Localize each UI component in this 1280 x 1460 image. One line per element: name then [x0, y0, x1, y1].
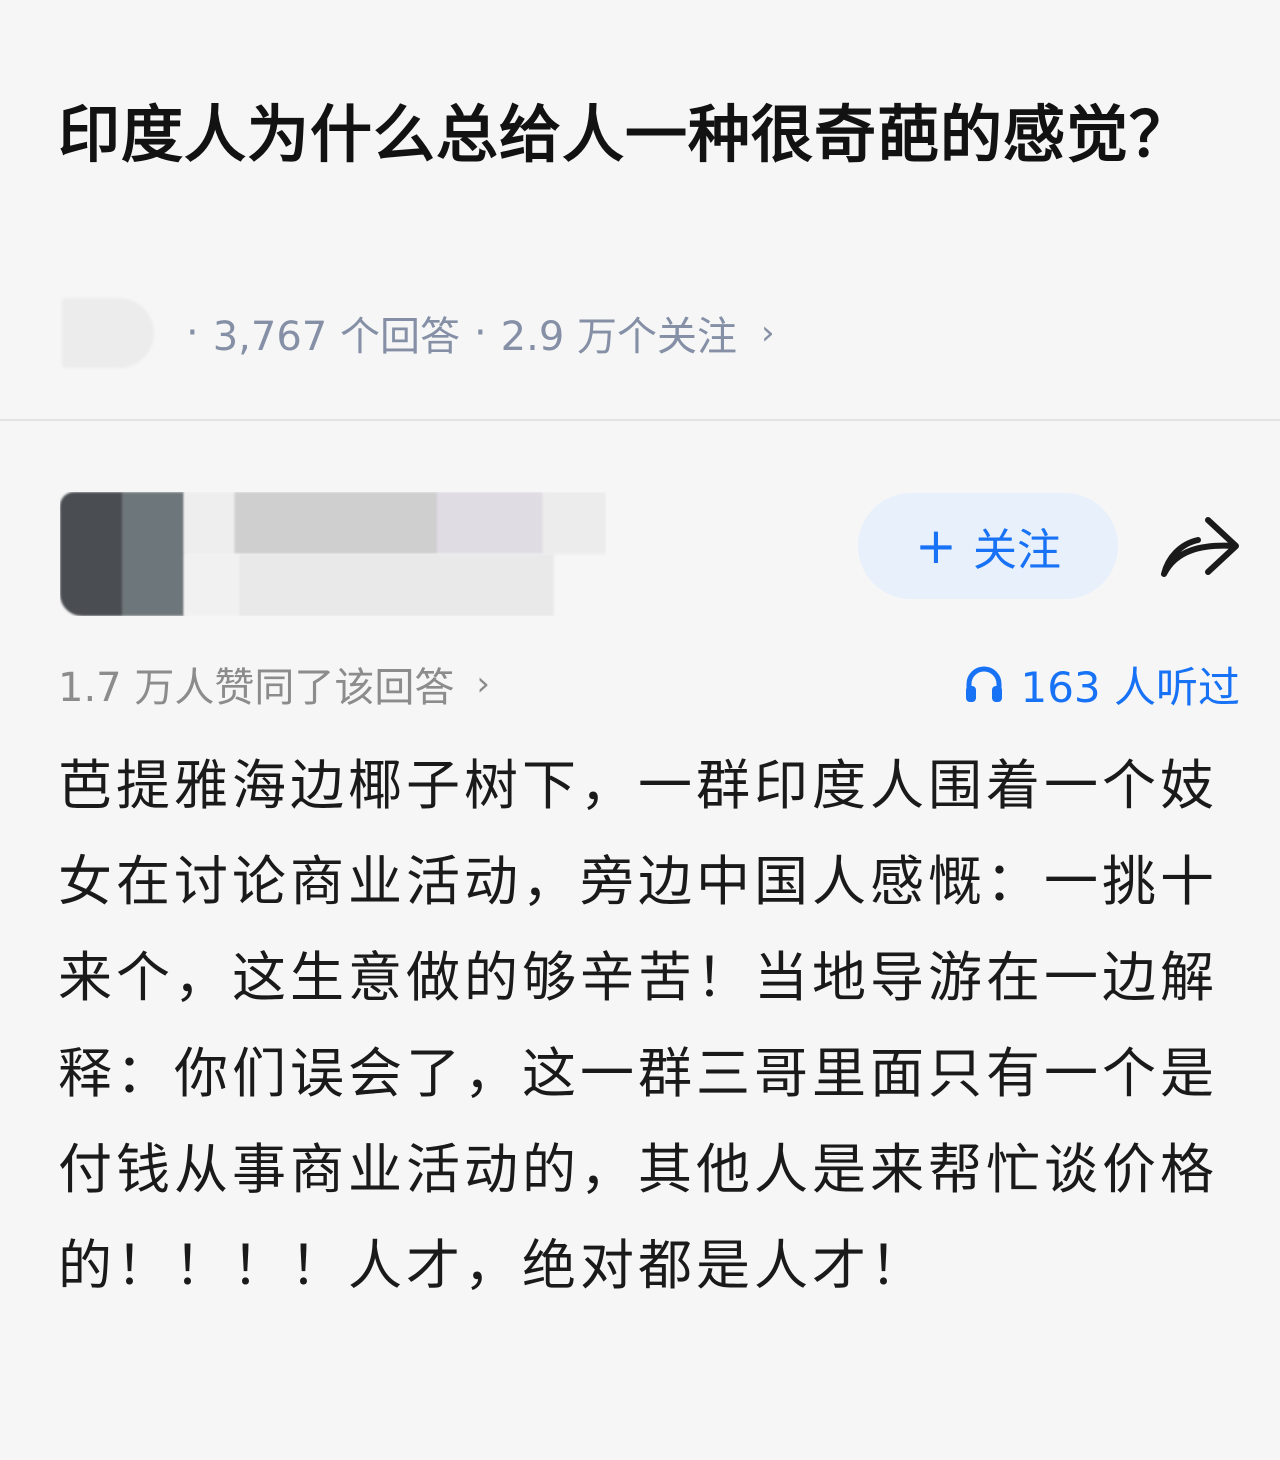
meta-separator: · [473, 310, 487, 356]
question-title[interactable]: 印度人为什么总给人一种很奇葩的感觉？ [58, 82, 1208, 188]
upvote-count: 1.7 万人赞同了该回答 [58, 665, 455, 711]
listen-button[interactable]: 163 人听过 [962, 652, 1240, 716]
headphones-icon [966, 666, 1003, 702]
avatar[interactable] [60, 492, 184, 616]
author-bio-blurred [184, 554, 554, 616]
listen-count: 163 人听过 [1020, 662, 1240, 712]
share-arrow-icon[interactable] [1158, 512, 1242, 582]
blurred-author-info[interactable] [60, 492, 606, 616]
blurred-topic-tag[interactable] [62, 298, 154, 368]
chevron-right-icon: › [761, 313, 775, 353]
follow-label: 关注 [972, 525, 1061, 576]
follower-count: 2.9 万个关注 [500, 314, 737, 360]
author-name-blurred[interactable] [184, 492, 606, 554]
follow-button[interactable]: + 关注 [858, 493, 1118, 599]
divider [0, 419, 1280, 421]
upvote-summary[interactable]: 1.7 万人赞同了该回答 › [58, 652, 490, 716]
meta-separator: · [186, 310, 199, 356]
answer-body: 芭提雅海边椰子树下，一群印度人围着一个妓女在讨论商业活动，旁边中国人感慨：一挑十… [58, 754, 1218, 1297]
chevron-right-icon: › [476, 664, 490, 704]
question-meta[interactable]: · 3,767 个回答 · 2.9 万个关注 › [62, 296, 775, 370]
answer-count: 3,767 个回答 [212, 314, 460, 360]
plus-icon: + [915, 517, 957, 575]
